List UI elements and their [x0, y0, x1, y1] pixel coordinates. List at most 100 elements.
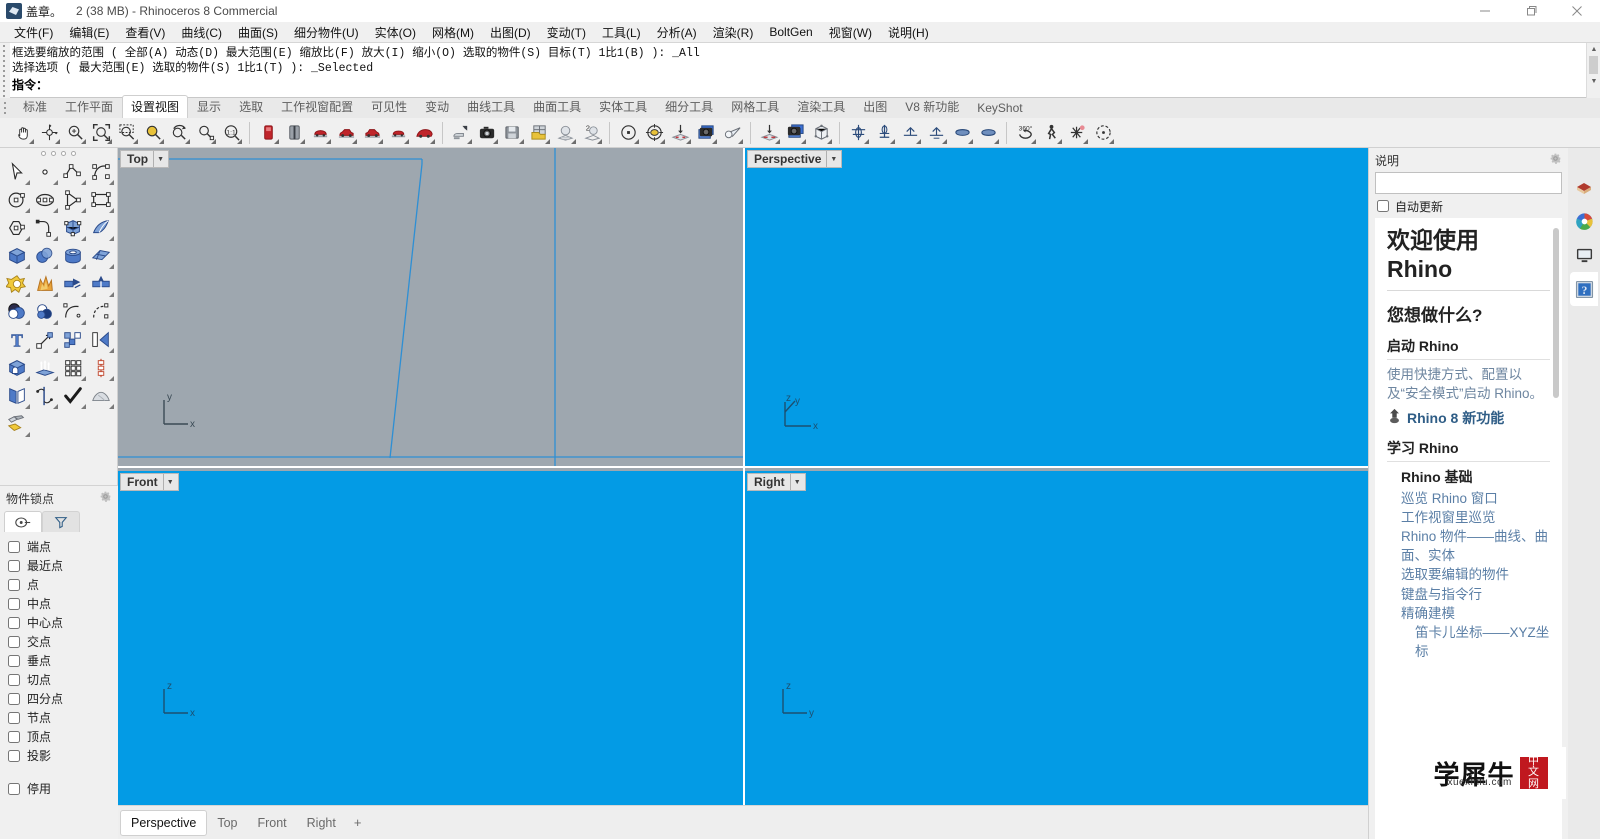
osnap-checkbox-7[interactable]: [8, 673, 20, 686]
rectangle-icon[interactable]: [87, 186, 115, 214]
box-icon[interactable]: [3, 242, 31, 270]
flyout-arrow-icon[interactable]: [25, 348, 30, 353]
menu-item-6[interactable]: 实体(O): [367, 22, 424, 43]
flyout-arrow-icon[interactable]: [53, 320, 58, 325]
loft-surface-icon[interactable]: [87, 214, 115, 242]
toolbar-tab-14[interactable]: 出图: [854, 96, 896, 118]
flyout-arrow-icon[interactable]: [109, 236, 114, 241]
flyout-arrow-icon[interactable]: [634, 138, 639, 144]
flyout-arrow-icon[interactable]: [686, 138, 691, 144]
osnap-checkbox-2[interactable]: [8, 578, 20, 591]
viewport-tab-top[interactable]: Top: [207, 811, 247, 835]
filter-tab-icon[interactable]: [42, 511, 80, 532]
help-search-box[interactable]: [1375, 172, 1562, 194]
help-learn-link-1[interactable]: 工作视窗里巡览: [1401, 508, 1550, 527]
boolean-intersection-icon[interactable]: [31, 298, 59, 326]
toolbar-drag-grip[interactable]: [4, 102, 7, 114]
flyout-arrow-icon[interactable]: [109, 348, 114, 353]
flyout-arrow-icon[interactable]: [994, 138, 999, 144]
osnap-row-6[interactable]: 垂点: [6, 651, 118, 670]
flyout-arrow-icon[interactable]: [53, 236, 58, 241]
osnap-row-11[interactable]: 投影: [6, 746, 118, 765]
flyout-arrow-icon[interactable]: [133, 138, 138, 144]
extrude-up-icon[interactable]: [31, 354, 59, 382]
osnap-row-5[interactable]: 交点: [6, 632, 118, 651]
chevron-down-icon[interactable]: ▼: [162, 474, 177, 490]
command-prompt-row[interactable]: 指令：: [12, 76, 649, 93]
camera-target-icon[interactable]: [615, 120, 641, 146]
place-target-icon[interactable]: [756, 120, 782, 146]
osnap-checkbox-10[interactable]: [8, 730, 20, 743]
view-front-red-icon[interactable]: [255, 120, 281, 146]
zoom-one-to-one-icon[interactable]: 1:1: [218, 120, 244, 146]
place-camera-icon[interactable]: [667, 120, 693, 146]
zoom-previous-icon[interactable]: [166, 120, 192, 146]
flyout-arrow-icon[interactable]: [467, 138, 472, 144]
flyout-arrow-icon[interactable]: [109, 292, 114, 297]
toolbar-tab-1[interactable]: 工作平面: [56, 96, 122, 118]
toolbar-tab-3[interactable]: 显示: [188, 96, 230, 118]
viewport-right[interactable]: Right ▼ z y: [745, 471, 1368, 805]
flyout-arrow-icon[interactable]: [237, 138, 242, 144]
flyout-arrow-icon[interactable]: [378, 138, 383, 144]
scroll-down-icon[interactable]: ▼: [1587, 75, 1600, 87]
flyout-arrow-icon[interactable]: [81, 264, 86, 269]
display-icon[interactable]: [1570, 238, 1598, 272]
viewport-tab-right[interactable]: Right: [297, 811, 346, 835]
osnap-row-10[interactable]: 顶点: [6, 727, 118, 746]
flyout-arrow-icon[interactable]: [25, 208, 30, 213]
view-car-right-icon[interactable]: [359, 120, 385, 146]
menu-item-9[interactable]: 变动(T): [539, 22, 594, 43]
flyout-arrow-icon[interactable]: [81, 236, 86, 241]
trim-icon[interactable]: [59, 270, 87, 298]
fillet-curve-icon[interactable]: [31, 214, 59, 242]
rotate-icon[interactable]: [31, 382, 59, 410]
close-button[interactable]: [1554, 0, 1600, 22]
walkthrough-icon[interactable]: [1038, 120, 1064, 146]
named-view-set-icon[interactable]: [448, 120, 474, 146]
flyout-arrow-icon[interactable]: [25, 404, 30, 409]
grid-array-icon[interactable]: [59, 354, 87, 382]
flyout-arrow-icon[interactable]: [185, 138, 190, 144]
osnap-checkbox-6[interactable]: [8, 654, 20, 667]
flyout-arrow-icon[interactable]: [352, 138, 357, 144]
flyout-arrow-icon[interactable]: [775, 138, 780, 144]
offset-curve-icon[interactable]: [59, 298, 87, 326]
zoom-selected-icon[interactable]: [140, 120, 166, 146]
help-content[interactable]: 欢迎使用 Rhino 您想做什么? 启动 Rhino 使用快捷方式、配置以及“安…: [1375, 218, 1562, 839]
help-learn-link-3[interactable]: 选取要编辑的物件: [1401, 565, 1550, 584]
flyout-arrow-icon[interactable]: [55, 138, 60, 144]
paint-gradient-icon[interactable]: [3, 410, 31, 438]
flyout-arrow-icon[interactable]: [81, 320, 86, 325]
flyout-arrow-icon[interactable]: [712, 138, 717, 144]
camera-lens-icon[interactable]: [641, 120, 667, 146]
rotate-view-icon[interactable]: [36, 120, 62, 146]
flyout-arrow-icon[interactable]: [53, 208, 58, 213]
scale-icon[interactable]: [31, 326, 59, 354]
flyout-arrow-icon[interactable]: [29, 138, 34, 144]
toolbar-tab-5[interactable]: 工作视窗配置: [272, 96, 362, 118]
perspective-plane-icon[interactable]: [949, 120, 975, 146]
flyout-arrow-icon[interactable]: [545, 138, 550, 144]
minimize-button[interactable]: [1462, 0, 1508, 22]
view-two-sphere-icon[interactable]: 2: [578, 120, 604, 146]
rhino8-new-features-link[interactable]: Rhino 8 新功能: [1407, 408, 1504, 428]
flyout-arrow-icon[interactable]: [25, 236, 30, 241]
help-learn-sublink-0[interactable]: 笛卡儿坐标——XYZ坐标: [1415, 623, 1550, 661]
curve-icon[interactable]: [87, 158, 115, 186]
flyout-arrow-icon[interactable]: [109, 180, 114, 185]
palette-drag-grip[interactable]: [0, 148, 117, 158]
toolbar-tab-2[interactable]: 设置视图: [122, 95, 189, 118]
osnap-row-3[interactable]: 中点: [6, 594, 118, 613]
viewport-label-perspective[interactable]: Perspective ▼: [747, 150, 843, 168]
gear-icon[interactable]: [99, 490, 112, 506]
osnap-row-0[interactable]: 端点: [6, 537, 118, 556]
toolbar-tab-8[interactable]: 曲线工具: [458, 96, 524, 118]
osnap-checkbox-11[interactable]: [8, 749, 20, 762]
menu-item-8[interactable]: 出图(D): [482, 22, 539, 43]
sphere-icon[interactable]: [31, 242, 59, 270]
mirror-icon[interactable]: [3, 382, 31, 410]
chevron-down-icon[interactable]: ▼: [153, 151, 167, 167]
turntable-360-icon[interactable]: 360°: [1012, 120, 1038, 146]
flyout-arrow-icon[interactable]: [81, 404, 86, 409]
